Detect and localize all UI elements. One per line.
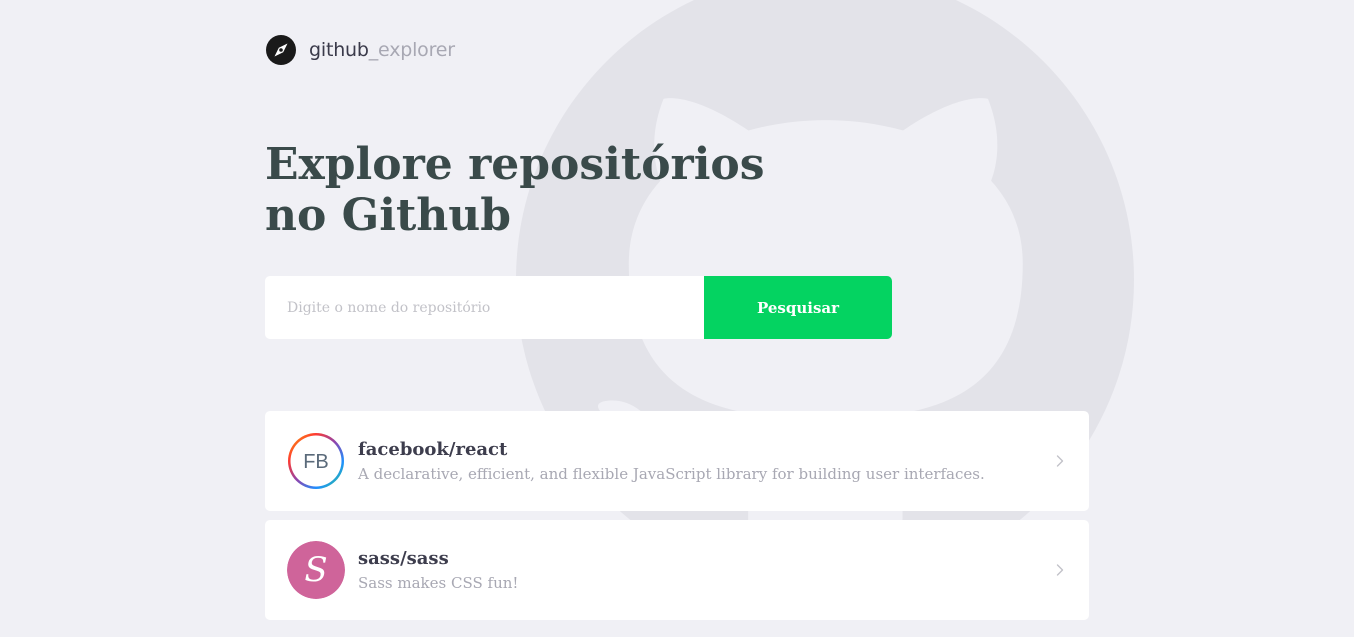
repository-item[interactable]: S sass/sass Sass makes CSS fun! — [265, 520, 1089, 620]
avatar-text: S — [304, 550, 327, 590]
compass-icon — [266, 35, 296, 65]
page-title-line2: no Github — [265, 190, 512, 241]
repository-description: Sass makes CSS fun! — [358, 573, 519, 592]
brand-name-part2: _explorer — [368, 38, 455, 61]
brand-header: github_explorer — [265, 34, 455, 66]
repository-search-input[interactable] — [265, 276, 704, 339]
repository-info: sass/sass Sass makes CSS fun! — [358, 548, 1067, 593]
repository-item[interactable]: FB facebook/react A declarative, efficie… — [265, 411, 1089, 511]
repository-name: facebook/react — [358, 438, 508, 460]
page-title-line1: Explore repositórios — [265, 139, 765, 190]
repository-name: sass/sass — [358, 547, 449, 569]
page-title: Explore repositórios no Github — [265, 139, 825, 241]
repository-list: FB facebook/react A declarative, efficie… — [265, 411, 1089, 629]
brand-name: github_explorer — [309, 38, 455, 61]
search-button[interactable]: Pesquisar — [704, 276, 892, 339]
repository-description: A declarative, efficient, and flexible J… — [358, 464, 985, 483]
chevron-right-icon — [1056, 455, 1064, 467]
chevron-right-icon — [1056, 564, 1064, 576]
facebook-avatar: FB — [288, 433, 344, 489]
avatar-text: FB — [303, 451, 329, 473]
sass-avatar: S — [287, 541, 345, 599]
repository-info: facebook/react A declarative, efficient,… — [358, 439, 1067, 484]
search-form: Pesquisar — [265, 276, 892, 339]
brand-name-part1: github — [309, 38, 369, 61]
